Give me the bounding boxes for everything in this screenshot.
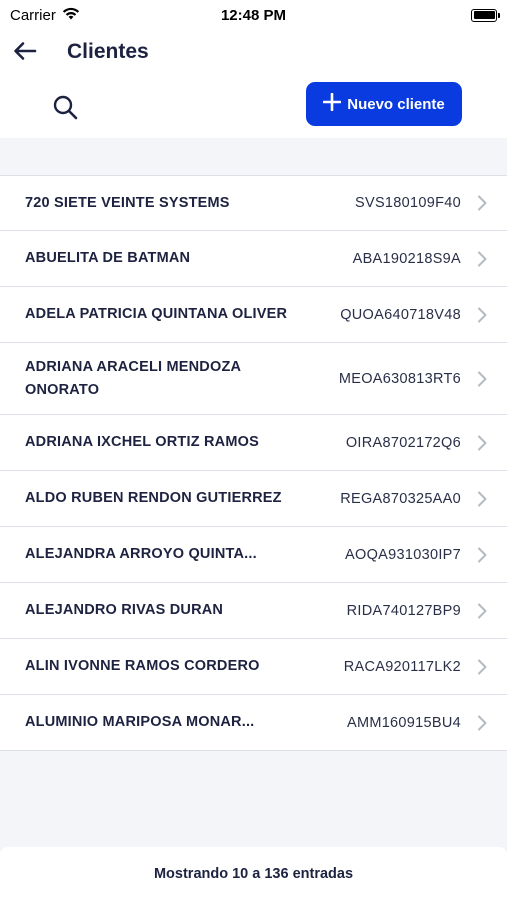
- list-item[interactable]: ADELA PATRICIA QUINTANA OLIVER QUOA64071…: [0, 287, 507, 343]
- client-name: ALIN IVONNE RAMOS CORDERO: [25, 658, 260, 674]
- plus-icon: [322, 92, 342, 115]
- list-item[interactable]: ALEJANDRA ARROYO QUINTA... AOQA931030IP7: [0, 527, 507, 583]
- chevron-right-icon: [477, 491, 489, 507]
- page-title: Clientes: [67, 40, 149, 63]
- chevron-right-icon: [477, 435, 489, 451]
- list-item[interactable]: ADRIANA IXCHEL ORTIZ RAMOS OIRA8702172Q6: [0, 415, 507, 471]
- pagination-summary: Mostrando 10 a 136 entradas: [153, 865, 354, 882]
- client-rfc: QUOA640718V48: [340, 306, 461, 323]
- chevron-right-icon: [477, 659, 489, 675]
- client-rfc: REGA870325AA0: [340, 490, 461, 507]
- list-item[interactable]: ALUMINIO MARIPOSA MONAR... AMM160915BU4: [0, 695, 507, 751]
- client-rfc: OIRA8702172Q6: [345, 434, 461, 451]
- client-name: ALDO RUBEN RENDON GUTIERREZ: [25, 490, 282, 506]
- client-name: 720 SIETE VEINTE SYSTEMS: [25, 194, 230, 211]
- chevron-right-icon: [477, 715, 489, 731]
- client-name: ALEJANDRA ARROYO QUINTA...: [25, 546, 257, 562]
- search-icon: [52, 94, 78, 125]
- client-name: ABUELITA DE BATMAN: [25, 250, 191, 266]
- client-rfc: RIDA740127BP9: [346, 602, 461, 619]
- status-bar: Carrier 12:48 PM: [0, 0, 507, 30]
- chevron-right-icon: [477, 195, 489, 211]
- client-rfc: RACA920117LK2: [343, 658, 461, 675]
- client-rfc: AOQA931030IP7: [345, 546, 461, 563]
- back-button[interactable]: [10, 38, 40, 68]
- client-name: ALUMINIO MARIPOSA MONAR...: [25, 714, 255, 730]
- app-header: Clientes Nuevo cliente: [0, 30, 507, 138]
- list-item[interactable]: ALEJANDRO RIVAS DURAN RIDA740127BP9: [0, 583, 507, 639]
- list-item[interactable]: ALIN IVONNE RAMOS CORDERO RACA920117LK2: [0, 639, 507, 695]
- list-item[interactable]: ABUELITA DE BATMAN ABA190218S9A: [0, 231, 507, 287]
- list-item[interactable]: ADRIANA ARACELI MENDOZA ONORATO MEOA6308…: [0, 343, 507, 415]
- client-rfc: ABA190218S9A: [352, 250, 461, 267]
- list-item[interactable]: ALDO RUBEN RENDON GUTIERREZ REGA870325AA…: [0, 471, 507, 527]
- battery-icon: [471, 8, 500, 22]
- client-rfc: SVS180109F40: [355, 195, 461, 211]
- chevron-right-icon: [477, 251, 489, 267]
- client-rfc: AMM160915BU4: [346, 714, 461, 731]
- client-list: 720 SIETE VEINTE SYSTEMS SVS180109F40 AB…: [0, 175, 507, 751]
- search-button[interactable]: [48, 92, 82, 126]
- chevron-right-icon: [477, 371, 489, 387]
- client-name: ADRIANA IXCHEL ORTIZ RAMOS: [25, 434, 259, 450]
- carrier-label: Carrier: [10, 6, 56, 24]
- client-rfc: MEOA630813RT6: [338, 370, 461, 387]
- new-client-label: Nuevo cliente: [347, 95, 445, 113]
- status-left: Carrier: [10, 6, 80, 24]
- wifi-icon: [62, 6, 80, 24]
- client-name: ALEJANDRO RIVAS DURAN: [25, 602, 224, 618]
- client-name: ADELA PATRICIA QUINTANA OLIVER: [25, 306, 288, 322]
- chevron-right-icon: [477, 603, 489, 619]
- new-client-button[interactable]: Nuevo cliente: [306, 82, 462, 126]
- client-name: ADRIANA ARACELI MENDOZA ONORATO: [25, 358, 241, 398]
- pagination-footer: Mostrando 10 a 136 entradas: [0, 847, 507, 900]
- chevron-right-icon: [477, 307, 489, 323]
- list-item[interactable]: 720 SIETE VEINTE SYSTEMS SVS180109F40: [0, 175, 507, 231]
- chevron-right-icon: [477, 547, 489, 563]
- arrow-left-icon: [13, 41, 37, 66]
